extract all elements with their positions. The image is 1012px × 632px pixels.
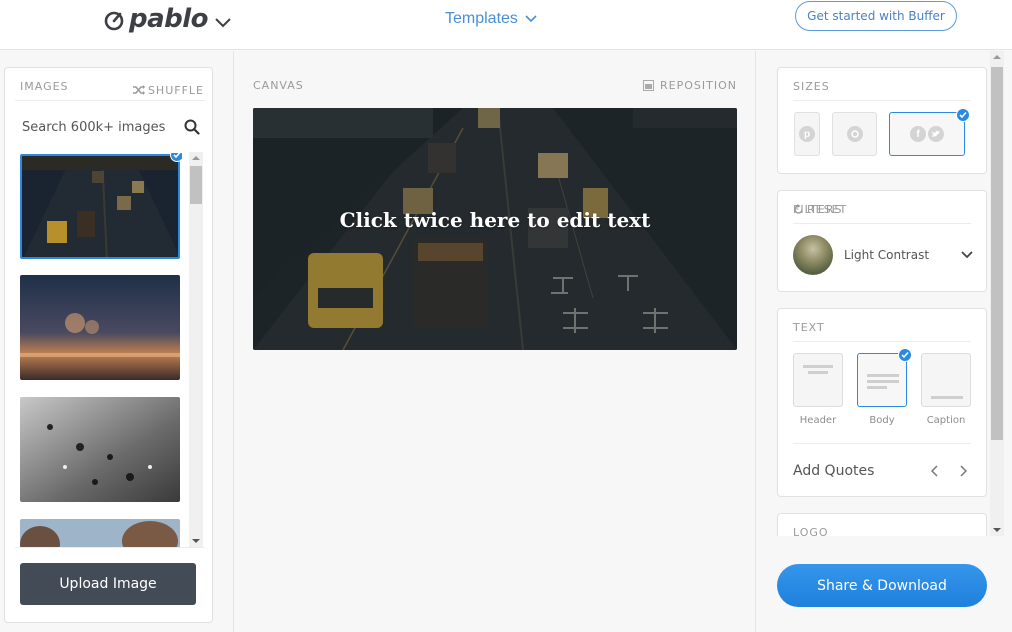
image-thumbnail-list — [20, 153, 182, 548]
reposition-label: REPOSITION — [660, 79, 737, 92]
divider — [793, 443, 971, 444]
reposition-button[interactable]: REPOSITION — [643, 79, 737, 92]
divider — [793, 100, 971, 101]
templates-dropdown[interactable]: Templates — [445, 10, 537, 28]
images-scrollbar[interactable] — [189, 152, 203, 547]
add-quotes-label: Add Quotes — [793, 463, 875, 479]
trees-image — [20, 519, 180, 548]
scroll-down-icon[interactable] — [192, 539, 200, 543]
image-search — [22, 115, 200, 139]
scrollbar-thumb[interactable] — [991, 67, 1003, 440]
text-option-body-label: Body — [869, 415, 895, 426]
right-panel: SIZES p f FILTERS RESET Light Contrast T… — [757, 51, 1012, 632]
instagram-icon — [846, 126, 863, 142]
filters-card: FILTERS RESET Light Contrast — [777, 190, 987, 292]
shuffle-icon — [132, 85, 145, 95]
image-thumbnail[interactable] — [20, 519, 180, 548]
add-quotes-row: Add Quotes — [793, 461, 973, 481]
image-thumbnail[interactable] — [20, 275, 180, 380]
text-option-body[interactable] — [857, 353, 907, 407]
filter-preview-thumbnail — [793, 235, 833, 275]
reset-label: RESET — [807, 203, 848, 216]
shuffle-button[interactable]: SHUFFLE — [132, 80, 204, 100]
sizes-card: SIZES p f — [777, 67, 987, 174]
canvas-overlay-text[interactable]: Click twice here to edit text — [253, 208, 737, 232]
get-started-button[interactable]: Get started with Buffer — [795, 1, 957, 31]
water-drops-image — [20, 397, 180, 502]
canvas-title: CANVAS — [253, 79, 304, 92]
selected-filter-name: Light Contrast — [844, 248, 930, 262]
chevron-right-icon — [960, 465, 967, 477]
scroll-down-icon[interactable] — [993, 528, 1001, 532]
logo-text: pablo — [129, 4, 209, 34]
night-traffic-image — [22, 156, 178, 257]
reposition-icon — [643, 80, 655, 91]
divider — [793, 223, 971, 224]
chevron-down-icon — [525, 15, 537, 23]
image-thumbnail[interactable] — [20, 154, 180, 259]
upload-image-button[interactable]: Upload Image — [20, 563, 196, 605]
text-card: TEXT Header Body Caption Add Quotes — [777, 308, 987, 497]
size-option-instagram[interactable] — [832, 112, 877, 156]
previous-quote-button[interactable] — [925, 461, 945, 481]
selected-check-icon — [898, 348, 912, 362]
scrollbar-thumb[interactable] — [190, 166, 202, 204]
twitter-icon — [928, 126, 944, 142]
reset-icon — [794, 204, 803, 214]
text-option-header[interactable] — [793, 353, 843, 407]
chevron-down-icon — [215, 18, 231, 28]
text-option-caption-label: Caption — [926, 415, 966, 426]
text-title: TEXT — [793, 321, 825, 334]
streetlights-image — [20, 275, 180, 380]
templates-label: Templates — [445, 10, 518, 27]
images-card: IMAGES SHUFFLE Search 600k+ images Uploa… — [4, 67, 213, 623]
reset-filter-button[interactable]: RESET — [793, 203, 971, 216]
text-option-header-label: Header — [799, 415, 837, 426]
text-option-caption[interactable] — [921, 353, 971, 407]
search-input[interactable] — [22, 119, 172, 135]
chevron-down-icon — [961, 251, 973, 259]
divider — [15, 547, 205, 548]
search-icon[interactable] — [184, 119, 200, 135]
canvas-area: CANVAS REPOSITION Click twice here to ed… — [235, 51, 756, 632]
chevron-left-icon — [931, 465, 938, 477]
image-canvas[interactable]: Click twice here to edit text — [253, 108, 737, 350]
sizes-title: SIZES — [793, 80, 830, 93]
pablo-logo-menu[interactable]: pablo — [103, 4, 232, 34]
left-panel: IMAGES SHUFFLE Search 600k+ images Uploa… — [0, 51, 234, 632]
pinterest-icon: p — [799, 126, 815, 142]
scroll-up-icon[interactable] — [192, 156, 200, 160]
divider — [15, 100, 205, 101]
right-panel-scrollbar[interactable] — [990, 51, 1004, 536]
size-option-facebook-twitter[interactable]: f — [889, 112, 965, 156]
size-option-pinterest[interactable]: p — [794, 112, 820, 156]
image-thumbnail[interactable] — [20, 397, 180, 502]
selected-check-icon — [956, 108, 970, 122]
images-title: IMAGES — [20, 80, 69, 93]
share-download-button[interactable]: Share & Download — [777, 564, 987, 607]
next-quote-button[interactable] — [953, 461, 973, 481]
top-bar: pablo Templates Get started with Buffer — [0, 0, 1012, 50]
divider — [793, 341, 971, 342]
shuffle-label: SHUFFLE — [147, 83, 204, 97]
filter-dropdown[interactable]: Light Contrast — [793, 235, 973, 275]
facebook-icon: f — [910, 126, 926, 142]
pablo-logo-icon — [104, 11, 124, 30]
scroll-up-icon[interactable] — [993, 55, 1001, 59]
